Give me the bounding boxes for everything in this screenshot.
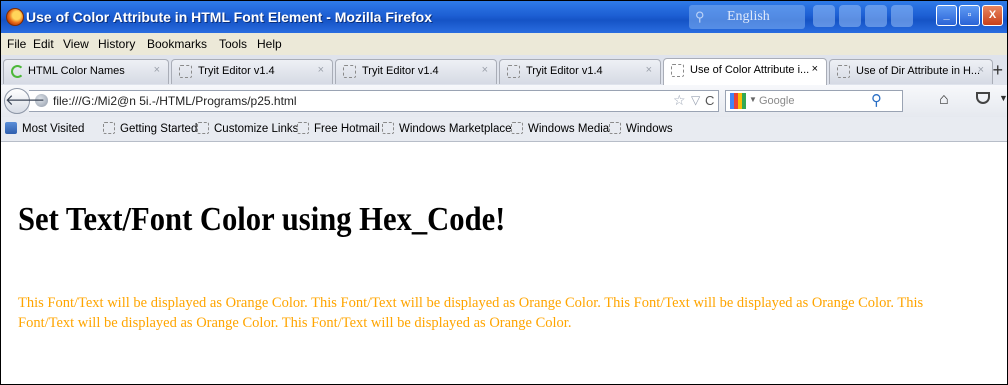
bookmark-star-icon[interactable]: ☆ <box>673 92 686 109</box>
bookmark-customize-links[interactable]: Customize Links <box>197 122 298 135</box>
tab-tryit-editor-2[interactable]: Tryit Editor v1.4 × <box>335 59 497 84</box>
url-text[interactable]: file:///G:/Mi2@n 5i.-/HTML/Programs/p25.… <box>53 94 297 108</box>
back-button[interactable]: 🡐 <box>4 88 45 114</box>
menu-edit[interactable]: Edit <box>33 37 54 51</box>
taskbar-tray-icon[interactable] <box>865 5 887 27</box>
close-button[interactable]: X <box>982 5 1003 26</box>
home-icon[interactable]: ⌂ <box>939 91 949 109</box>
tab-label: HTML Color Names <box>28 65 125 77</box>
page-heading: Set Text/Font Color using Hex_Code! <box>18 201 506 238</box>
minimize-button[interactable]: _ <box>936 5 957 26</box>
bookmark-windows-media[interactable]: Windows Media <box>511 122 609 135</box>
menu-bookmarks[interactable]: Bookmarks <box>147 37 207 51</box>
bookmark-label: Most Visited <box>22 123 85 135</box>
language-label: English <box>727 9 770 24</box>
search-icon[interactable]: ⚲ <box>871 91 882 109</box>
menu-tools[interactable]: Tools <box>219 37 247 51</box>
tab-close-icon[interactable]: × <box>154 64 160 76</box>
page-icon <box>671 64 684 77</box>
page-icon <box>837 65 850 78</box>
bookmark-windows-marketplace[interactable]: Windows Marketplace <box>382 122 511 135</box>
menu-file[interactable]: File <box>7 37 26 51</box>
browser-window: Use of Color Attribute in HTML Font Elem… <box>0 0 1008 385</box>
taskbar-tray-icon[interactable] <box>813 5 835 27</box>
taskbar-tray-icon[interactable] <box>839 5 861 27</box>
tab-html-color-names[interactable]: HTML Color Names × <box>3 59 169 84</box>
title-bar: Use of Color Attribute in HTML Font Elem… <box>1 1 1007 33</box>
bookmark-free-hotmail[interactable]: Free Hotmail <box>297 122 380 135</box>
tab-label: Use of Dir Attribute in H... <box>856 65 981 77</box>
page-icon <box>382 122 394 134</box>
bookmark-label: Customize Links <box>214 123 299 135</box>
taskbar-tray-icon[interactable] <box>891 5 913 27</box>
reload-icon[interactable]: C <box>705 93 714 108</box>
chevron-down-icon[interactable]: ▼ <box>999 93 1008 103</box>
bookmark-label: Windows Media <box>528 123 610 135</box>
url-bar[interactable]: file:///G:/Mi2@n 5i.-/HTML/Programs/p25.… <box>29 90 719 112</box>
most-visited-icon <box>5 122 17 134</box>
menu-history[interactable]: History <box>98 37 135 51</box>
maximize-button[interactable]: ▫ <box>959 5 980 26</box>
tab-bar: HTML Color Names × Tryit Editor v1.4 × T… <box>1 55 1007 86</box>
language-indicator[interactable]: ⚲ English <box>689 5 805 29</box>
tab-label: Use of Color Attribute i... <box>690 64 810 76</box>
menu-view[interactable]: View <box>63 37 89 51</box>
page-icon <box>197 122 209 134</box>
bookmark-label: Free Hotmail <box>314 123 380 135</box>
tab-dir-attribute[interactable]: Use of Dir Attribute in H... × <box>829 59 993 84</box>
bookmark-most-visited[interactable]: Most Visited <box>5 122 84 135</box>
tab-color-attribute[interactable]: Use of Color Attribute i... × <box>663 58 827 85</box>
page-icon <box>507 65 520 78</box>
tab-close-icon[interactable]: × <box>812 63 818 75</box>
page-icon <box>609 122 621 134</box>
dropdown-arrow-icon[interactable]: ▽ <box>691 93 700 107</box>
orange-text: This Font/Text will be displayed as Oran… <box>18 295 924 331</box>
page-icon <box>103 122 115 134</box>
search-placeholder: Google <box>759 95 795 107</box>
tab-close-icon[interactable]: × <box>482 64 488 76</box>
chevron-down-icon[interactable]: ▼ <box>749 95 757 104</box>
page-content: Set Text/Font Color using Hex_Code! This… <box>1 142 1007 384</box>
bookmark-windows[interactable]: Windows <box>609 122 673 135</box>
bookmark-getting-started[interactable]: Getting Started <box>103 122 197 135</box>
tab-close-icon[interactable]: × <box>978 64 984 76</box>
bookmark-label: Getting Started <box>120 123 198 135</box>
page-icon <box>297 122 309 134</box>
tab-label: Tryit Editor v1.4 <box>526 65 603 77</box>
pocket-icon[interactable] <box>976 92 990 104</box>
bookmark-label: Windows Marketplace <box>399 123 512 135</box>
tab-close-icon[interactable]: × <box>318 64 324 76</box>
page-icon <box>179 65 192 78</box>
tab-close-icon[interactable]: × <box>646 64 652 76</box>
firefox-icon <box>6 8 24 26</box>
bookmark-label: Windows <box>626 123 673 135</box>
loading-icon <box>11 65 24 78</box>
tab-tryit-editor-3[interactable]: Tryit Editor v1.4 × <box>499 59 661 84</box>
navigation-bar: file:///G:/Mi2@n 5i.-/HTML/Programs/p25.… <box>1 85 1008 118</box>
page-icon <box>511 122 523 134</box>
window-title: Use of Color Attribute in HTML Font Elem… <box>26 9 432 25</box>
new-tab-button[interactable]: + <box>992 60 1003 81</box>
google-logo-icon[interactable] <box>730 93 746 109</box>
tab-label: Tryit Editor v1.4 <box>362 65 439 77</box>
tab-tryit-editor-1[interactable]: Tryit Editor v1.4 × <box>171 59 333 84</box>
menu-help[interactable]: Help <box>257 37 282 51</box>
language-icon: ⚲ <box>695 9 705 24</box>
menu-bar: File Edit View History Bookmarks Tools H… <box>1 33 1007 55</box>
bookmarks-bar: Most Visited Getting Started Customize L… <box>1 117 1007 142</box>
tab-label: Tryit Editor v1.4 <box>198 65 275 77</box>
page-icon <box>343 65 356 78</box>
